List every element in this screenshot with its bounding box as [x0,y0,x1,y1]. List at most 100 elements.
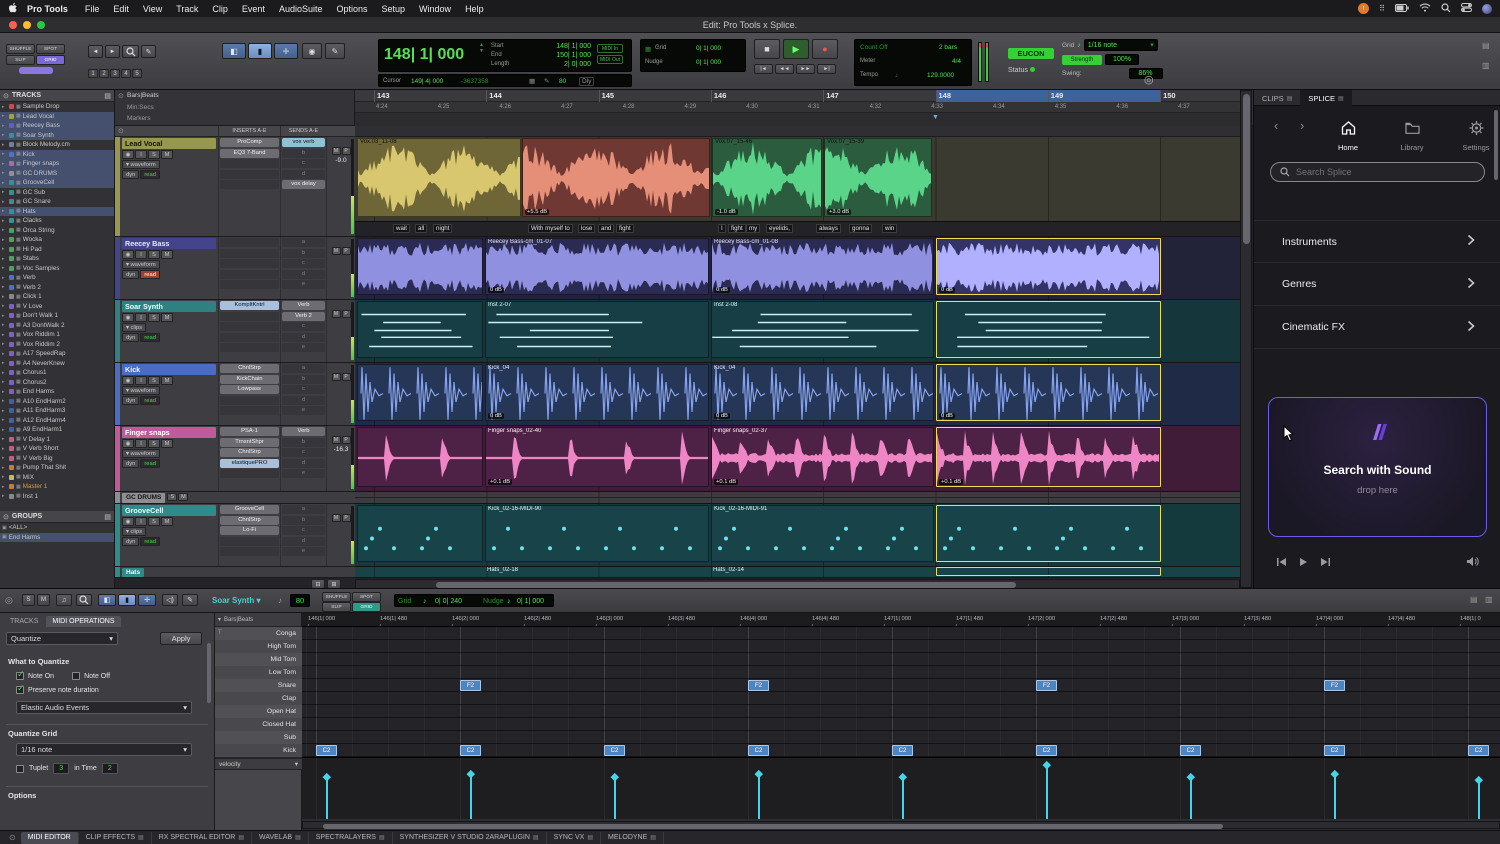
menu-view[interactable]: View [143,4,162,14]
velocity-stem[interactable] [470,773,472,819]
send-slot[interactable]: b [282,249,325,258]
send-pan-button[interactable]: P [342,436,351,444]
sidebar-track-item[interactable]: ▸▦MIX [0,473,114,483]
sidebar-track-item[interactable]: ▸▦A4 NeverKnew [0,359,114,369]
send-slot[interactable]: c [282,385,325,394]
menu-audiosuite[interactable]: AudioSuite [279,4,323,14]
selector-tool[interactable]: ▮ [248,43,272,59]
battery-icon[interactable] [1395,4,1409,14]
sidebar-track-item[interactable]: ▸▦V Verb Short [0,444,114,454]
send-slot[interactable]: c [282,159,325,168]
mute-button[interactable]: M [161,250,173,259]
sidebar-track-item[interactable]: ▸▦Clacks [0,216,114,226]
midi-note[interactable]: F2 [1036,680,1057,691]
playhead-marker[interactable]: ▼ [932,114,939,121]
track-view-selector[interactable]: ▾ clips [122,323,146,332]
counter-steppers[interactable]: ▲▼ [479,42,484,54]
group-item[interactable]: ▣End Harms [0,533,114,543]
tab-midi-operations[interactable]: MIDI OPERATIONS [46,616,120,627]
send-slot[interactable]: c [282,322,325,331]
menu-window[interactable]: Window [419,4,451,14]
drum-row-closed-hat[interactable]: Closed Hat [215,718,302,732]
midi-ruler[interactable]: 146|1| 000146|1| 480146|2| 000146|2| 480… [302,613,1500,627]
close-button[interactable] [9,21,17,29]
insert-chip[interactable]: Lowpass [220,385,279,394]
zoom-button[interactable] [37,21,45,29]
nudge-value[interactable]: 0| 1| 000 [696,59,721,66]
send-slot[interactable]: e [282,406,325,415]
next-button[interactable] [1320,554,1331,572]
record-arm-button[interactable]: ◉ [122,439,134,448]
sidebar-track-item[interactable]: ▸▦Master 1 [0,482,114,492]
solo-button[interactable]: S [148,313,160,322]
zoom-preset-3[interactable]: 3 [110,69,120,78]
insert-chip[interactable]: Lo-Fi [220,526,279,535]
dly-chip[interactable]: Dly [579,77,594,86]
drum-row-high-tom[interactable]: High Tom [215,640,302,654]
bottom-tab-rx-spectral-editor[interactable]: RX SPECTRAL EDITOR▤ [152,832,252,844]
velocity-stem[interactable] [326,776,328,819]
grabber-tool[interactable]: ✛ [138,594,156,606]
dyn-button[interactable]: dyn [122,459,139,468]
sidebar-track-item[interactable]: ▸▦Soar Synth [0,131,114,141]
audio-clip[interactable] [357,301,483,358]
ffwd-button[interactable]: ►► [796,64,815,74]
drum-row-sub[interactable]: Sub [215,731,302,745]
pencil-icon[interactable]: ✎ [544,77,549,85]
velocity-stem[interactable] [1190,776,1192,819]
sidebar-track-item[interactable]: ▸▦GrooveCell [0,178,114,188]
track-name[interactable]: GrooveCell [122,505,216,516]
automation-mode-button[interactable]: read [140,459,160,468]
apple-menu[interactable] [8,2,18,16]
sidebar-track-item[interactable]: ▸▦Finger snaps [0,159,114,169]
midi-note[interactable]: F2 [748,680,769,691]
sidebar-track-item[interactable]: ▸▦A10 EndHarm2 [0,397,114,407]
track-lane[interactable]: Hats_02-18Hats_02-14 [355,567,1240,578]
end-value[interactable]: 150| 1| 000 [556,51,591,60]
play-preview-button[interactable] [1299,554,1308,572]
search-input[interactable] [1296,167,1466,177]
drum-row-low-tom[interactable]: Low Tom [215,666,302,680]
menu-file[interactable]: File [85,4,100,14]
zoom-preset-1[interactable]: 1 [88,69,98,78]
send-slot[interactable]: d [282,333,325,342]
tempo-value[interactable]: 129.0000 [927,72,954,79]
panel-scrollbar[interactable] [207,643,212,763]
send-slot[interactable]: d [282,170,325,179]
velocity-stem[interactable] [902,776,904,819]
dyn-button[interactable]: dyn [122,170,139,179]
insert-chip[interactable]: EQ3 7-Band [220,149,279,158]
send-chip[interactable]: Verb 2 [282,312,325,321]
sidebar-track-item[interactable]: ▸▦Hi Pad [0,245,114,255]
solo-button[interactable]: S [148,517,160,526]
wifi-icon[interactable] [1419,3,1431,14]
mode-spot[interactable]: SPOT [36,44,65,54]
velocity-diamond[interactable] [1475,775,1483,783]
send-chip[interactable]: Verb [282,301,325,310]
operation-select[interactable]: Quantize▾ [6,632,118,645]
solo-button[interactable]: S [148,250,160,259]
panel-menu-icon[interactable]: ▤ [104,513,111,521]
audio-clip[interactable] [357,238,483,295]
midi-note[interactable]: C2 [460,745,481,756]
category-cinematic-fx[interactable]: Cinematic FX [1254,306,1500,349]
insert-chip[interactable]: ChnlStrp [220,364,279,373]
grid-dots-icon[interactable]: ⠿ [1379,4,1385,13]
zoomer-tool[interactable] [122,45,139,58]
mode-spot[interactable]: SPOT [352,592,381,602]
midi-note[interactable]: F2 [460,680,481,691]
audio-clip[interactable] [357,364,483,421]
menu-setup[interactable]: Setup [382,4,406,14]
track-name[interactable]: Hats [122,568,144,577]
search-with-sound-dropzone[interactable]: Search with Sound drop here [1268,397,1487,537]
midi-note[interactable]: C2 [1468,745,1489,756]
sidebar-track-item[interactable]: ▸▦V Love [0,302,114,312]
drum-row-open-hat[interactable]: Open Hat [215,705,302,719]
window-target-icon[interactable]: ⊙ [9,833,16,842]
disclosure-icon[interactable]: ⊙ [3,92,9,100]
scrub-tool[interactable]: ◉ [302,43,322,59]
send-slot[interactable]: d [282,537,325,546]
velocity-diamond[interactable] [899,772,907,780]
grid-note-select[interactable]: 1/16 note▾ [1084,39,1158,51]
sidebar-track-item[interactable]: ▸▦A12 EndHarm4 [0,416,114,426]
